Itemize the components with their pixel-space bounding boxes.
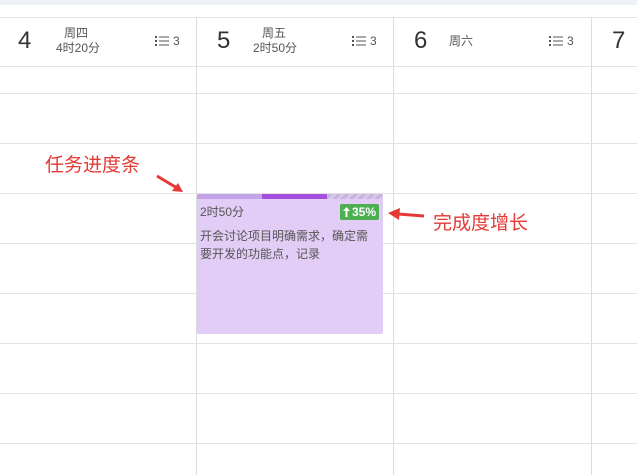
weekday-label: 周四 <box>64 26 89 40</box>
time-row-line <box>0 393 637 394</box>
time-row-line <box>0 343 637 344</box>
progress-completed <box>197 194 263 199</box>
task-count: 3 <box>370 34 377 48</box>
progress-bar-annotation: 任务进度条 <box>45 155 141 176</box>
task-count: 3 <box>173 34 180 48</box>
task-count-button[interactable]: 3 <box>352 34 377 48</box>
header-bottom-border <box>0 66 637 67</box>
time-row-line <box>0 443 637 444</box>
day-duration: 4时20分 <box>56 41 101 55</box>
weekday-label: 周六 <box>449 34 474 48</box>
top-strip <box>0 0 637 5</box>
calendar-event[interactable]: 2时50分 35% 开会讨论项目明确需求，确定需要开发的功能点，记录 <box>197 194 383 334</box>
day-number: 7 <box>612 27 626 54</box>
task-count-button[interactable]: 3 <box>549 34 574 48</box>
weekday-label: 周五 <box>262 26 287 40</box>
task-count: 3 <box>567 34 574 48</box>
list-icon <box>352 36 366 46</box>
task-count-button[interactable]: 3 <box>155 34 180 48</box>
day-header-5[interactable]: 5 周五 2时50分 3 <box>197 17 393 66</box>
time-row-line <box>0 143 637 144</box>
day-header-6[interactable]: 6 周六 3 <box>394 17 591 66</box>
day-number: 5 <box>217 27 231 54</box>
day-header-7[interactable]: 7 <box>592 17 637 66</box>
day-number: 4 <box>18 27 32 54</box>
list-icon <box>549 36 563 46</box>
list-icon <box>155 36 169 46</box>
event-duration: 2时50分 <box>200 205 245 219</box>
task-progress-bar <box>197 194 383 199</box>
event-description: 开会讨论项目明确需求，确定需要开发的功能点，记录 <box>200 229 369 261</box>
progress-increase-badge: 35% <box>339 204 379 220</box>
day-header-4[interactable]: 4 周四 4时20分 3 <box>0 17 196 66</box>
day-number: 6 <box>414 27 428 54</box>
column-divider <box>393 17 394 475</box>
column-divider <box>591 17 592 475</box>
arrow-icon <box>388 208 425 220</box>
increase-annotation: 完成度增长 <box>433 213 529 234</box>
day-duration: 2时50分 <box>253 41 298 55</box>
progress-increase-value: 35% <box>351 205 376 219</box>
time-row-line <box>0 93 637 94</box>
progress-increase <box>262 194 328 199</box>
arrow-icon <box>156 174 183 192</box>
up-arrow-icon <box>342 207 350 217</box>
